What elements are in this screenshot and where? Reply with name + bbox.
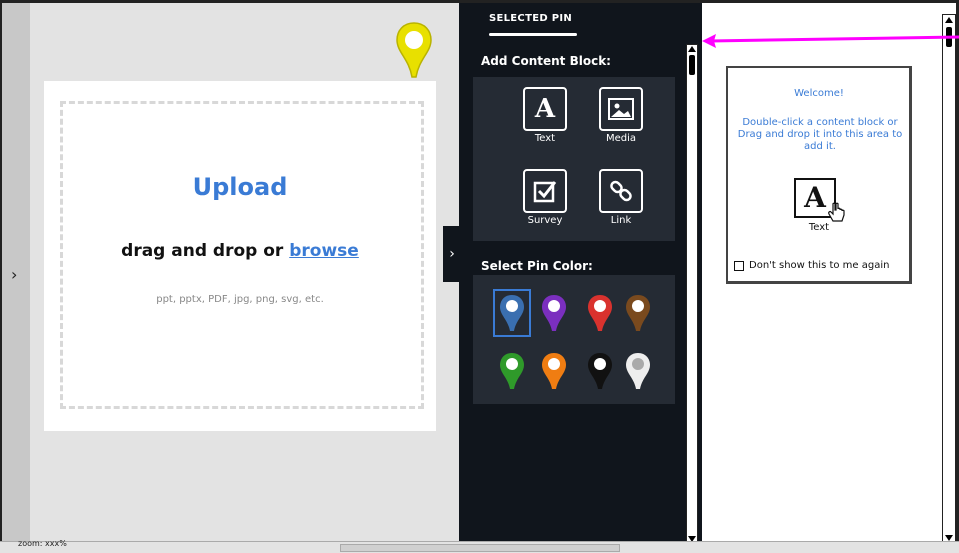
zoom-text: zoom: xxx% — [18, 539, 67, 548]
welcome-icon-label: Text — [808, 222, 830, 233]
pin-color-green[interactable] — [497, 351, 527, 391]
text-icon: A — [523, 87, 567, 131]
image-icon — [599, 87, 643, 131]
dont-show-checkbox[interactable]: Don't show this to me again — [734, 260, 889, 271]
content-blocks-box: A Text Media Survey Link — [473, 77, 675, 241]
hand-cursor-icon — [828, 202, 845, 222]
panel-scrollbar[interactable] — [686, 44, 698, 544]
horizontal-scrollbar[interactable] — [340, 544, 620, 552]
pin-color-label: Select Pin Color: — [481, 259, 593, 273]
survey-block-button[interactable]: Survey — [515, 169, 575, 226]
panel-title-underline — [489, 33, 577, 36]
file-types-text: ppt, pptx, PDF, jpg, png, svg, etc. — [156, 294, 324, 305]
block-label: Link — [610, 215, 632, 226]
left-collapse-strip[interactable]: › — [0, 3, 30, 541]
scroll-up-icon[interactable] — [945, 17, 953, 23]
add-content-label: Add Content Block: — [481, 54, 611, 68]
annotation-arrow-icon — [702, 34, 959, 48]
block-label: Survey — [527, 215, 563, 226]
pin-color-brown[interactable] — [623, 293, 653, 333]
app-frame: › Upload drag and drop or browse ppt, pp… — [0, 0, 959, 553]
dont-show-label: Don't show this to me again — [749, 260, 890, 271]
pin-color-orange[interactable] — [539, 351, 569, 391]
text-block-button[interactable]: A Text — [515, 87, 575, 144]
content-drop-area[interactable]: Welcome! Double-click a content block or… — [702, 3, 942, 543]
pin-color-blue[interactable] — [493, 289, 531, 337]
checkbox-icon — [523, 169, 567, 213]
bottom-bar: zoom: xxx% — [0, 539, 959, 553]
pin-color-purple[interactable] — [539, 293, 569, 333]
browse-link[interactable]: browse — [289, 241, 359, 261]
link-block-button[interactable]: Link — [591, 169, 651, 226]
media-block-button[interactable]: Media — [591, 87, 651, 144]
block-label: Text — [534, 133, 556, 144]
welcome-title: Welcome! — [794, 88, 844, 99]
chevron-right-icon[interactable]: › — [449, 246, 455, 262]
scroll-up-icon[interactable] — [688, 46, 696, 52]
panel-title: SELECTED PIN — [489, 13, 573, 24]
yellow-pin-icon[interactable] — [394, 21, 434, 79]
upload-card[interactable]: Upload drag and drop or browse ppt, pptx… — [44, 81, 436, 431]
drag-drop-text: drag and drop or browse — [44, 241, 436, 261]
selected-pin-panel: SELECTED PIN Add Content Block: A Text M… — [459, 3, 702, 543]
pin-color-red[interactable] — [585, 293, 615, 333]
chevron-right-icon[interactable]: › — [11, 265, 17, 284]
block-label: Media — [605, 133, 637, 144]
welcome-tooltip: Welcome! Double-click a content block or… — [726, 66, 912, 284]
link-icon — [599, 169, 643, 213]
checkbox-icon[interactable] — [734, 260, 744, 271]
pin-color-white[interactable] — [623, 351, 653, 391]
drag-drop-label: drag and drop or — [121, 241, 284, 261]
scroll-thumb[interactable] — [689, 55, 695, 75]
right-scrollbar[interactable] — [942, 14, 956, 544]
welcome-body: Double-click a content block or Drag and… — [737, 117, 903, 152]
pin-color-black[interactable] — [585, 351, 615, 391]
canvas-area[interactable]: Upload drag and drop or browse ppt, pptx… — [30, 3, 459, 541]
upload-title: Upload — [192, 173, 288, 201]
pin-colors-box — [473, 275, 675, 404]
